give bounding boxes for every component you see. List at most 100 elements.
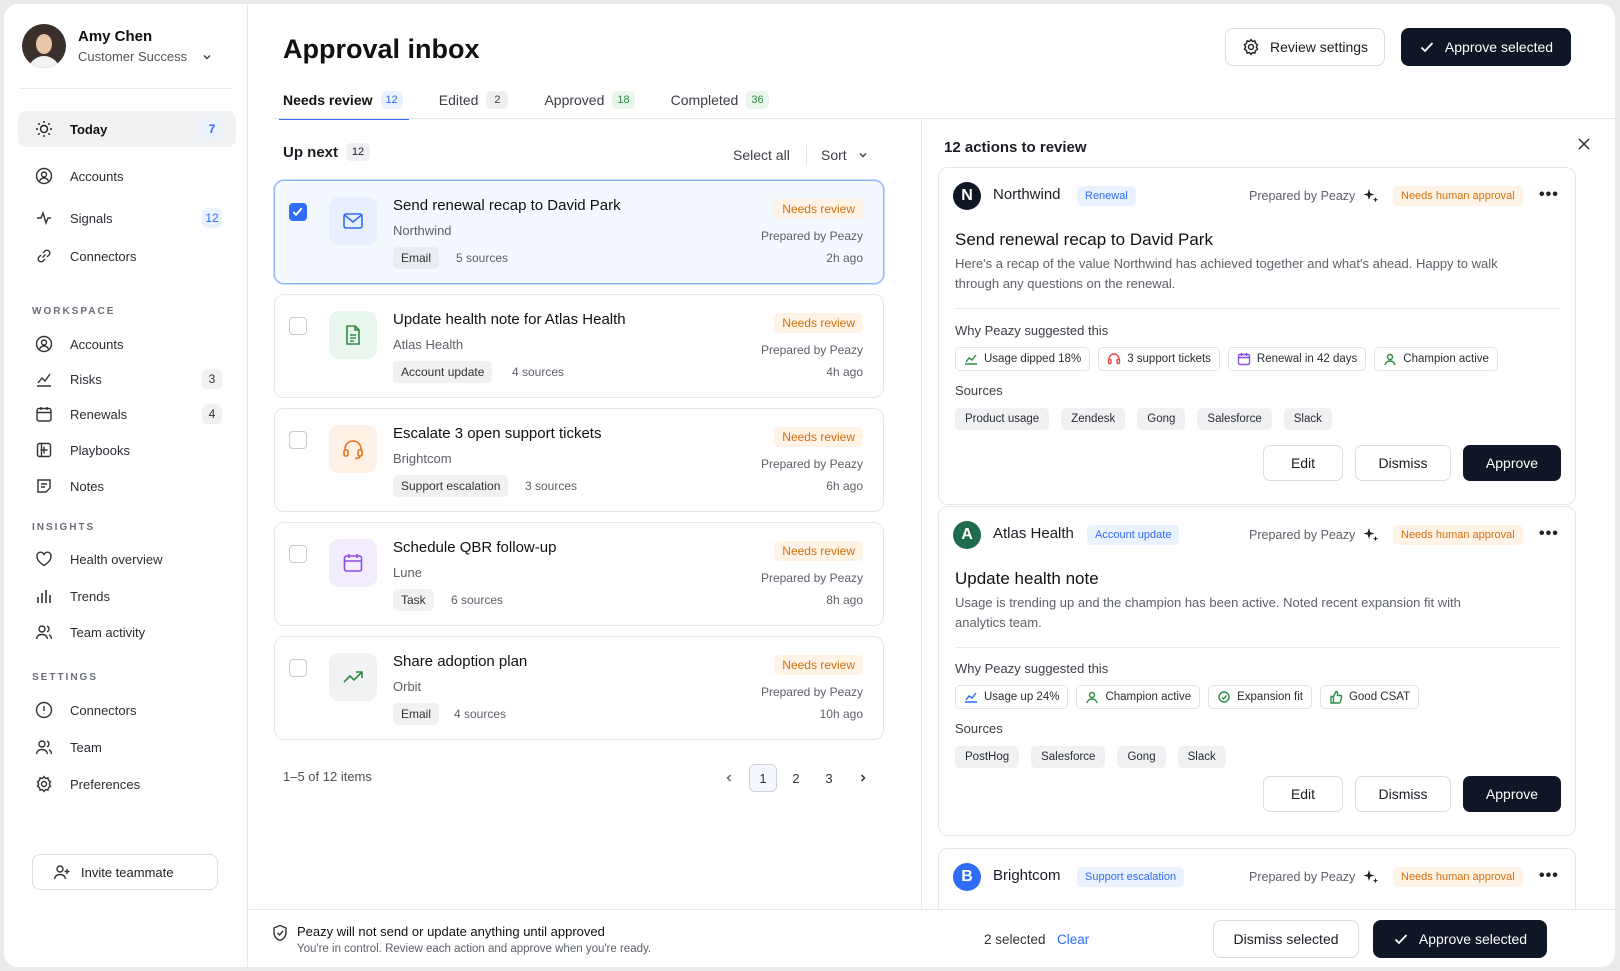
more-options-icon[interactable]: ••• [1539, 186, 1559, 204]
clear-selection-link[interactable]: Clear [1057, 932, 1089, 947]
item-time: 6h ago [826, 479, 863, 493]
page-button[interactable]: 3 [815, 764, 843, 792]
item-checkbox[interactable] [289, 317, 307, 335]
source-chip: Product usage [955, 408, 1050, 430]
approve-button[interactable]: Approve [1463, 776, 1561, 812]
bar-chart-icon [34, 586, 54, 606]
shield-icon [273, 924, 287, 942]
next-page-button[interactable] [849, 764, 877, 792]
sidebar-item-preferences[interactable]: Preferences [18, 766, 236, 802]
source-chip: Slack [1283, 408, 1332, 430]
more-options-icon[interactable]: ••• [1539, 525, 1559, 543]
sidebar-item-team[interactable]: Team [18, 729, 236, 765]
item-checkbox[interactable] [289, 545, 307, 563]
sidebar-item-accounts[interactable]: Accounts [18, 158, 236, 194]
status-badge: Needs review [774, 427, 863, 447]
prepared-by: Prepared by Peazy [760, 571, 863, 585]
calendar-icon [34, 404, 54, 424]
reason-text: 3 support tickets [1127, 353, 1211, 365]
action-description: Usage is trending up and the champion ha… [955, 595, 1461, 630]
sidebar-item-today[interactable]: Today 7 [18, 111, 236, 147]
tab-bar: Needs review 12 Edited 2 Approved 18 Comple… [279, 82, 805, 120]
sidebar-item-health-overview[interactable]: Health overview [18, 541, 236, 577]
sparkle-icon [1363, 870, 1379, 884]
action-buttons: Edit Dismiss Approve [1263, 445, 1561, 481]
sidebar-item-settings-connectors[interactable]: Connectors [18, 692, 236, 728]
review-settings-button[interactable]: Review settings [1225, 28, 1385, 66]
tab-approved[interactable]: Approved 18 [544, 82, 635, 118]
list-item[interactable]: Schedule QBR follow-up Lune Task 6 sourc… [274, 522, 884, 626]
item-checkbox[interactable] [289, 431, 307, 449]
sidebar-item-notes[interactable]: Notes [18, 468, 236, 504]
list-item[interactable]: Share adoption plan Orbit Email 4 source… [274, 636, 884, 740]
prepared-by: Prepared by Peazy [760, 343, 863, 357]
approve-button[interactable]: Approve [1463, 445, 1561, 481]
list-item[interactable]: Send renewal recap to David Park Northwi… [274, 180, 884, 284]
sidebar-item-playbooks[interactable]: Playbooks [18, 432, 236, 468]
accounts-icon [34, 334, 54, 354]
more-options-icon[interactable]: ••• [1539, 867, 1559, 885]
edit-button[interactable]: Edit [1263, 776, 1343, 812]
sidebar-item-label: Accounts [70, 168, 124, 184]
risk-chart-icon [34, 369, 54, 389]
footer-approve-selected-button[interactable]: Approve selected [1373, 920, 1547, 958]
sidebar-item-label: Health overview [70, 551, 163, 567]
reason-text: Usage dipped 18% [984, 353, 1082, 365]
dismiss-button[interactable]: Dismiss [1355, 776, 1451, 812]
item-type-tag: Support escalation [393, 475, 509, 497]
reason-chip: Champion active [1374, 347, 1498, 371]
edit-button[interactable]: Edit [1263, 445, 1343, 481]
prepared-by: Prepared by Peazy [760, 685, 863, 699]
source-list: PostHog Salesforce Gong Slack [955, 746, 1226, 768]
sort-dropdown[interactable]: Sort [821, 147, 869, 163]
reason-text: Good CSAT [1348, 691, 1411, 703]
tab-label: Needs review [283, 92, 373, 108]
approve-selected-button[interactable]: Approve selected [1401, 28, 1571, 66]
dismiss-selected-button[interactable]: Dismiss selected [1213, 920, 1359, 958]
users-icon [34, 622, 54, 642]
chevron-left-icon [726, 774, 732, 782]
reason-chips: Usage up 24% Champion active Expansion f… [955, 685, 1420, 709]
leaf-icon [1218, 691, 1230, 703]
invite-teammate-button[interactable]: Invite teammate [32, 854, 218, 890]
company-logo: A [953, 521, 981, 549]
thumbs-up-icon [1330, 690, 1343, 704]
document-icon [329, 311, 377, 359]
invite-label: Invite teammate [81, 864, 174, 880]
user-icon [1384, 353, 1396, 366]
sidebar-item-label: Today [70, 121, 108, 137]
page-button[interactable]: 1 [749, 764, 777, 792]
sidebar-item-connectors[interactable]: Connectors [18, 238, 236, 274]
item-type-tag: Email [393, 703, 440, 725]
sidebar-item-workspace-accounts[interactable]: Accounts [18, 326, 236, 362]
close-icon[interactable] [1577, 137, 1591, 154]
sidebar-item-renewals[interactable]: Renewals 4 [18, 396, 236, 432]
tab-completed[interactable]: Completed 36 [671, 82, 769, 118]
prepared-label: Prepared by Peazy [1249, 189, 1356, 203]
list-item[interactable]: Update health note for Atlas Health Atla… [274, 294, 884, 398]
item-org: Lune [393, 565, 422, 580]
select-all-button[interactable]: Select all [733, 147, 790, 163]
sidebar-item-trends[interactable]: Trends [18, 578, 236, 614]
sidebar-item-label: Preferences [70, 776, 141, 792]
approve-selected-label: Approve selected [1418, 931, 1528, 947]
list-item[interactable]: Escalate 3 open support tickets Brightco… [274, 408, 884, 512]
sidebar-item-team-activity[interactable]: Team activity [18, 614, 236, 650]
sidebar-item-signals[interactable]: Signals 12 [18, 200, 236, 236]
dismiss-button[interactable]: Dismiss [1355, 445, 1451, 481]
item-checkbox[interactable] [289, 659, 307, 677]
profile-switcher[interactable]: Amy Chen Customer Success [22, 22, 222, 70]
sun-icon [34, 119, 54, 139]
headset-icon [1107, 353, 1121, 365]
profile-name: Amy Chen [78, 28, 153, 45]
item-checkbox[interactable] [289, 203, 307, 221]
sidebar-item-risks[interactable]: Risks 3 [18, 361, 236, 397]
page-button[interactable]: 2 [782, 764, 810, 792]
prepared-by: Prepared by Peazy [760, 457, 863, 471]
bulk-action-bar: Peazy will not send or update anything u… [249, 909, 1615, 967]
prev-page-button[interactable] [715, 764, 743, 792]
tab-edited[interactable]: Edited 2 [439, 82, 509, 118]
count-badge: 3 [202, 369, 222, 389]
approval-badge: Needs human approval [1393, 186, 1523, 206]
tab-needs-review[interactable]: Needs review 12 [279, 82, 409, 120]
